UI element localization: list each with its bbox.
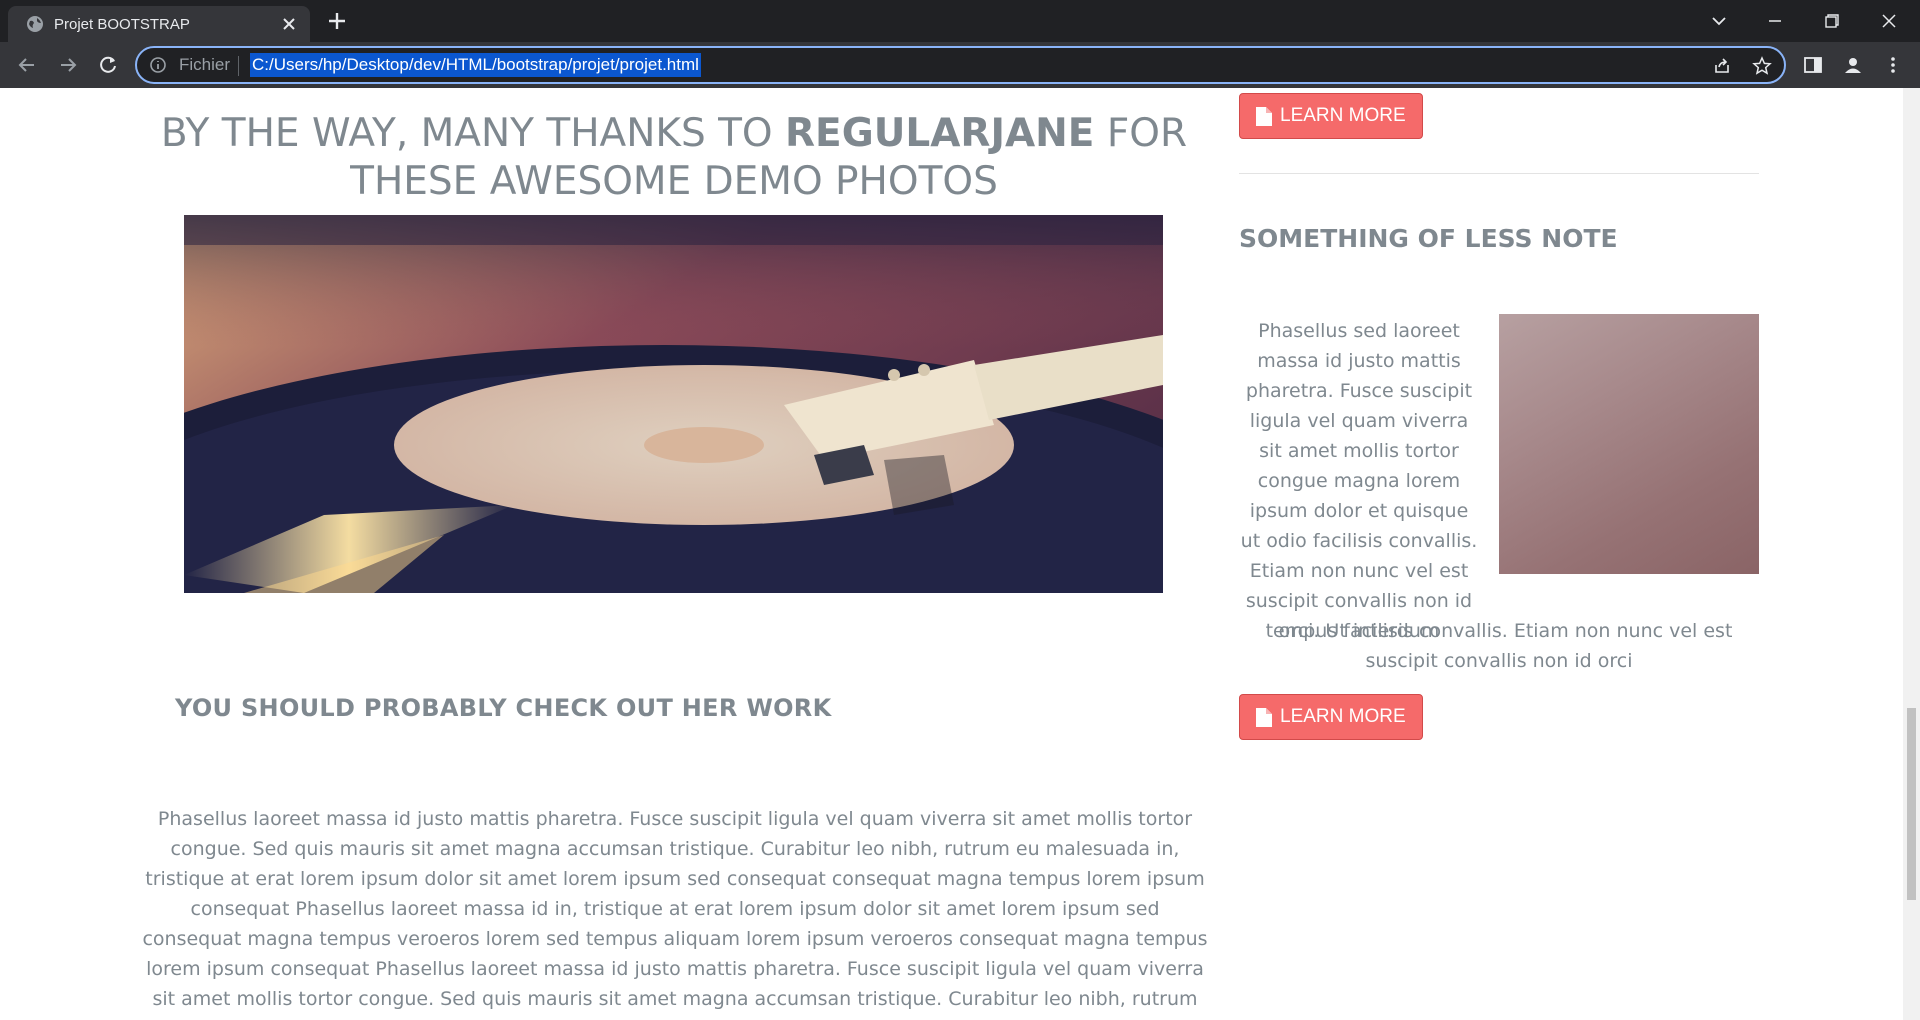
bookmark-star-icon[interactable] bbox=[1752, 56, 1772, 76]
turntable-photo bbox=[184, 215, 1163, 593]
file-icon bbox=[1256, 708, 1272, 727]
scrollbar-thumb[interactable] bbox=[1907, 708, 1916, 900]
site-info-icon[interactable] bbox=[149, 56, 167, 74]
side-panel-icon[interactable] bbox=[1802, 54, 1824, 76]
restore-icon[interactable] bbox=[1819, 8, 1845, 34]
vertical-scrollbar[interactable] bbox=[1903, 88, 1920, 1020]
learn-more-button-top[interactable]: LEARN MORE bbox=[1239, 93, 1423, 139]
reload-icon[interactable] bbox=[95, 52, 121, 78]
more-menu-icon[interactable] bbox=[1882, 54, 1904, 76]
close-window-icon[interactable] bbox=[1876, 8, 1902, 34]
tab-search-chevron-icon[interactable] bbox=[1706, 8, 1732, 34]
check-work-heading: YOU SHOULD PROBABLY CHECK OUT HER WORK bbox=[175, 694, 832, 722]
sidebar-photo bbox=[1499, 314, 1759, 574]
close-tab-icon[interactable] bbox=[280, 15, 298, 33]
page-viewport: BY THE WAY, MANY THANKS TO REGULARJANE F… bbox=[0, 88, 1903, 1020]
address-separator bbox=[238, 56, 239, 76]
url-scheme-label: Fichier bbox=[179, 55, 231, 74]
heading-highlight: REGULARJANE bbox=[785, 111, 1095, 156]
learn-more-label: LEARN MORE bbox=[1280, 105, 1406, 126]
thanks-heading: BY THE WAY, MANY THANKS TO REGULARJANE F… bbox=[150, 110, 1198, 206]
globe-icon bbox=[27, 16, 43, 32]
less-note-heading: SOMETHING OF LESS NOTE bbox=[1239, 224, 1618, 253]
learn-more-button-bottom[interactable]: LEARN MORE bbox=[1239, 694, 1423, 740]
heading-part-1: BY THE WAY, MANY THANKS TO bbox=[160, 111, 786, 156]
share-icon[interactable] bbox=[1712, 56, 1732, 76]
file-icon bbox=[1256, 107, 1272, 126]
tab-title: Projet BOOTSTRAP bbox=[54, 16, 190, 33]
browser-tab-strip: Projet BOOTSTRAP bbox=[0, 0, 1920, 42]
profile-avatar-icon[interactable] bbox=[1842, 54, 1864, 76]
back-arrow-icon[interactable] bbox=[14, 52, 40, 78]
url-text[interactable]: C:/Users/hp/Desktop/dev/HTML/bootstrap/p… bbox=[250, 53, 701, 77]
forward-arrow-icon[interactable] bbox=[55, 52, 81, 78]
sidebar-paragraph-wrapped: Phasellus sed laoreet massa id justo mat… bbox=[1240, 320, 1478, 642]
main-paragraph: Phasellus laoreet massa id justo mattis … bbox=[142, 808, 1208, 1020]
browser-tab[interactable]: Projet BOOTSTRAP bbox=[8, 6, 310, 42]
section-divider bbox=[1239, 173, 1759, 174]
browser-toolbar: Fichier C:/Users/hp/Desktop/dev/HTML/boo… bbox=[0, 42, 1920, 88]
learn-more-label: LEARN MORE bbox=[1280, 706, 1406, 727]
new-tab-icon[interactable] bbox=[326, 10, 348, 32]
sidebar-paragraph-full: tempus facilisis convallis. Etiam non nu… bbox=[1265, 620, 1733, 672]
minimize-icon[interactable] bbox=[1762, 8, 1788, 34]
address-bar[interactable]: Fichier C:/Users/hp/Desktop/dev/HTML/boo… bbox=[135, 46, 1786, 84]
